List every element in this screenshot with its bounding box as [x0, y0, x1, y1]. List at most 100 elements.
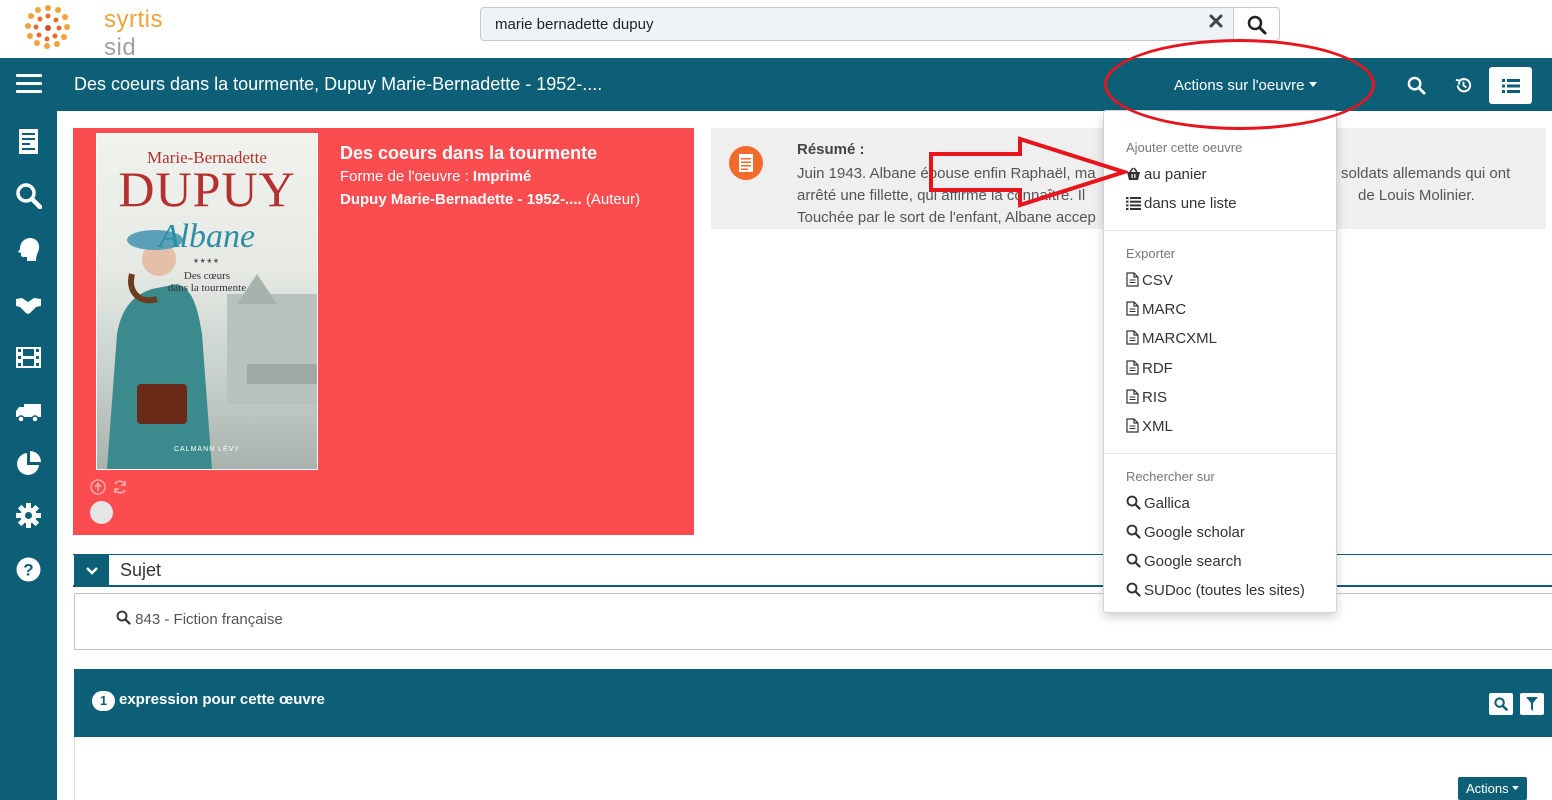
filter-icon: [1526, 697, 1538, 711]
svg-text:?: ?: [23, 561, 33, 580]
list-icon: [1502, 79, 1520, 93]
header-search-icon[interactable]: [1407, 76, 1426, 95]
help-icon[interactable]: ?: [15, 556, 42, 583]
truck-icon[interactable]: [15, 398, 42, 425]
record-form-value: Imprimé: [472, 168, 532, 185]
cover-subtitle-line2: dans la tourmente: [167, 282, 247, 294]
expression-actions-button[interactable]: Actions: [1458, 777, 1528, 800]
search-button[interactable]: [1233, 7, 1280, 41]
caret-down-icon: [1512, 786, 1520, 791]
logo-dots-icon: [25, 5, 70, 49]
catalog-icon[interactable]: [15, 128, 42, 155]
record-form: Forme de l'oeuvre : Imprimé: [340, 168, 531, 185]
file-icon: [1126, 330, 1139, 345]
export-marc-label: MARC: [1142, 301, 1187, 318]
dropdown-header-add: Ajouter cette oeuvre: [1126, 140, 1243, 155]
chevron-down-icon: [86, 567, 98, 575]
syrtis-logo[interactable]: syrtis sid: [18, 0, 198, 61]
search-google-item[interactable]: Google search: [1126, 553, 1242, 570]
annotation-ellipse: [1104, 39, 1375, 130]
history-icon[interactable]: [1454, 76, 1473, 95]
export-csv-label: CSV: [1142, 272, 1173, 289]
search-google-scholar-item[interactable]: Google scholar: [1126, 524, 1245, 541]
record-author-link[interactable]: Dupuy Marie-Bernadette - 1952-....: [340, 191, 582, 208]
cover-subtitle: Des cœurs dans la tourmente: [97, 270, 317, 294]
sujet-link-text: 843 - Fiction française: [135, 611, 283, 628]
logo-subtext: sid: [104, 34, 137, 61]
record-author-role: (Auteur): [585, 191, 641, 208]
search-gallica-item[interactable]: Gallica: [1126, 495, 1190, 512]
file-icon: [1126, 418, 1139, 433]
add-to-basket-item[interactable]: au panier: [1126, 166, 1207, 183]
cover-subtitle-line1: Des cœurs: [183, 270, 231, 282]
list-icon: [1126, 197, 1141, 210]
export-marcxml-item[interactable]: MARCXML: [1126, 330, 1217, 347]
book-cover[interactable]: Marie-Bernadette DUPUY Albane **** Des c…: [96, 133, 318, 470]
export-csv-item[interactable]: CSV: [1126, 272, 1173, 289]
dropdown-divider: [1104, 230, 1336, 231]
export-ris-item[interactable]: RIS: [1126, 389, 1167, 406]
sujet-collapse-button[interactable]: [74, 555, 109, 586]
record-form-label: Forme de l'oeuvre :: [340, 168, 473, 185]
dropdown-header-export: Exporter: [1126, 246, 1176, 261]
settings-gear-icon[interactable]: [15, 502, 42, 529]
menu-icon[interactable]: [16, 74, 42, 94]
resume-line3: Touchée par le sort de l'enfant, Albane …: [797, 209, 1096, 226]
cover-status-dot[interactable]: [90, 501, 113, 524]
export-marc-item[interactable]: MARC: [1126, 301, 1186, 318]
search-google-scholar-label: Google scholar: [1144, 524, 1245, 541]
resume-label: Résumé :: [797, 141, 865, 158]
page-title: Des coeurs dans la tourmente, Dupuy Mari…: [74, 74, 603, 94]
expressions-search-button[interactable]: [1489, 693, 1513, 715]
expression-count-badge: 1: [92, 691, 115, 711]
record-title: Des coeurs dans la tourmente: [340, 143, 598, 163]
cover-publisher: CALMANN LÉVY: [173, 446, 241, 453]
resume-line1-end: soldats allemands qui ont: [1341, 165, 1511, 182]
list-view-button[interactable]: [1489, 67, 1532, 104]
add-to-list-item[interactable]: dans une liste: [1126, 195, 1237, 212]
dropdown-divider: [1104, 453, 1336, 454]
expressions-filter-button[interactable]: [1520, 693, 1544, 715]
cover-author-last: DUPUY: [118, 161, 296, 217]
search-input[interactable]: [481, 8, 1206, 40]
resume-line2-end: de Louis Molinier.: [1358, 187, 1475, 204]
search-gallica-label: Gallica: [1144, 495, 1190, 512]
search-icon: [1126, 582, 1141, 597]
search-icon: [1494, 697, 1508, 711]
add-to-list-label: dans une liste: [1144, 195, 1237, 212]
search-sudoc-label: SUDoc (toutes les sites): [1144, 582, 1305, 599]
search-sudoc-item[interactable]: SUDoc (toutes les sites): [1126, 582, 1305, 599]
upload-icon[interactable]: [90, 479, 106, 495]
cover-series: Albane: [158, 218, 256, 255]
search-icon: [1247, 15, 1267, 35]
dropdown-header-search: Rechercher sur: [1126, 469, 1215, 484]
logo-text: syrtis: [104, 6, 163, 33]
magnifier-icon: [116, 610, 131, 625]
annotation-arrow-icon: [929, 136, 1128, 208]
sujet-link[interactable]: 843 - Fiction française: [116, 610, 283, 628]
search-icon: [1126, 524, 1141, 539]
pie-chart-icon[interactable]: [15, 450, 42, 477]
export-xml-item[interactable]: XML: [1126, 418, 1173, 435]
expression-actions-label: Actions: [1466, 781, 1509, 796]
search-box: [480, 7, 1280, 41]
clear-search-icon[interactable]: [1208, 13, 1224, 29]
file-icon: [1126, 301, 1139, 316]
refresh-icon[interactable]: [112, 479, 128, 495]
add-to-basket-label: au panier: [1144, 166, 1207, 183]
user-head-icon[interactable]: [15, 236, 42, 263]
expressions-title: expression pour cette œuvre: [119, 691, 325, 708]
record-author: Dupuy Marie-Bernadette - 1952-.... (Aute…: [340, 191, 640, 208]
sidebar-search-icon[interactable]: [15, 182, 42, 209]
sujet-title: Sujet: [120, 560, 162, 580]
basket-icon: [1127, 167, 1140, 180]
export-ris-label: RIS: [1142, 389, 1168, 406]
film-icon[interactable]: [15, 344, 42, 371]
expressions-body: [74, 737, 1552, 800]
handshake-icon[interactable]: [15, 290, 42, 317]
export-rdf-item[interactable]: RDF: [1126, 360, 1173, 377]
file-icon: [1126, 272, 1139, 287]
search-icon: [1126, 495, 1141, 510]
search-google-label: Google search: [1144, 553, 1242, 570]
export-rdf-label: RDF: [1142, 360, 1173, 377]
